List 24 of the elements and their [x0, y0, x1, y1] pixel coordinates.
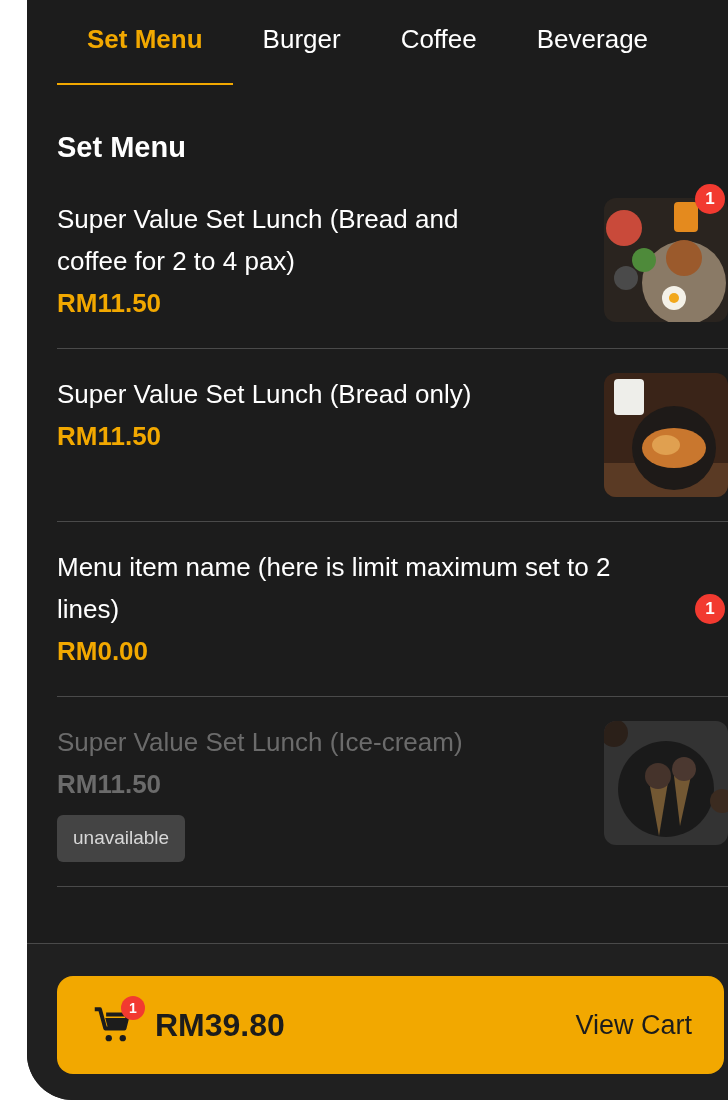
item-price: RM11.50 — [57, 420, 163, 453]
section-title: Set Menu — [57, 133, 187, 162]
menu-item[interactable]: Super Value Set Lunch (Ice-cream) RM11.50 unavailable — [57, 697, 728, 887]
item-price: RM11.50 — [57, 768, 163, 801]
category-tab[interactable]: Beverage — [506, 0, 679, 85]
item-name: Super Value Set Lunch (Bread only) — [57, 378, 472, 411]
item-price: RM11.50 — [57, 287, 163, 320]
menu-item[interactable]: Menu item name (here is limit maximum set to 2 lines) RM0.00 1 — [57, 522, 728, 697]
category-tab[interactable]: Burger — [232, 0, 371, 85]
menu-item[interactable]: Super Value Set Lunch (Bread and coffee for 2 to 4 pax) RM11.50 1 — [57, 174, 728, 349]
count-badge: 1 — [695, 594, 725, 624]
count-badge: 1 — [695, 184, 725, 214]
category-tab[interactable]: Set Menu — [57, 0, 233, 85]
view-cart-label: View Cart — [575, 1008, 692, 1042]
item-price: RM0.00 — [57, 635, 150, 668]
cart-count-badge: 1 — [121, 996, 145, 1020]
view-cart-button[interactable]: 1 RM39.80 View Cart — [57, 976, 724, 1074]
item-name: Super Value Set Lunch (Ice-cream) — [57, 726, 463, 759]
status-tag: unavailable — [57, 815, 186, 862]
menu-item[interactable]: Super Value Set Lunch (Bread only) RM11.50 — [57, 349, 728, 522]
item-name: Menu item name (here is limit maximum set to 2 lines) — [57, 551, 612, 626]
category-tab[interactable]: Coffee — [370, 0, 507, 85]
item-name: Super Value Set Lunch (Bread and coffee for 2 to 4 pax) — [57, 203, 460, 278]
cart-total: RM39.80 — [155, 1006, 285, 1045]
